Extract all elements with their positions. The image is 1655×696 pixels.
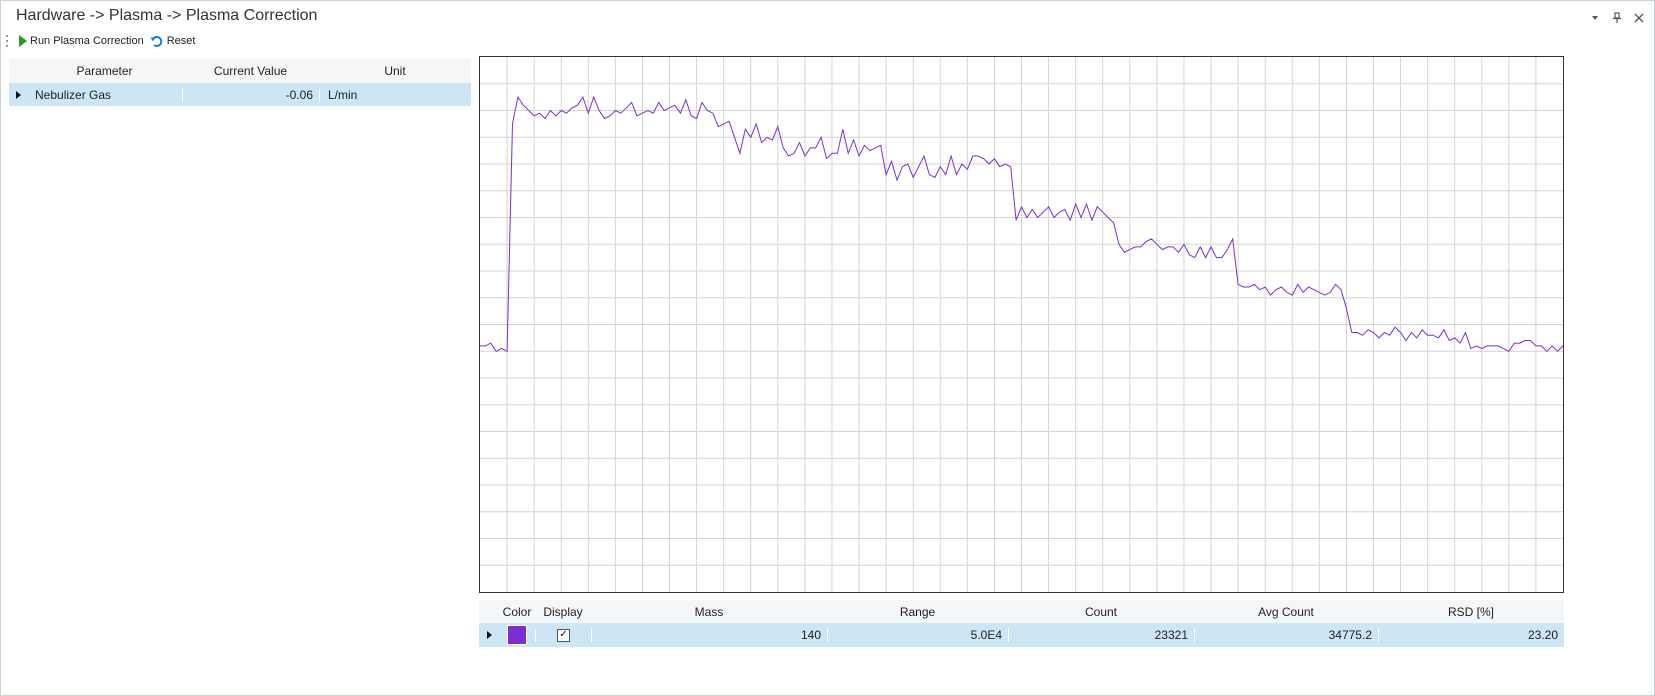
toolbar: Run Plasma Correction Reset bbox=[5, 32, 197, 50]
cell-parameter: Nebulizer Gas bbox=[35, 87, 112, 102]
parameter-table: Parameter Current Value Unit Nebulizer G… bbox=[9, 59, 471, 106]
run-plasma-correction-label: Run Plasma Correction bbox=[30, 35, 144, 47]
legend-table-header: Color Display Mass Range Count Avg Count… bbox=[479, 600, 1564, 623]
reset-button[interactable]: Reset bbox=[148, 34, 198, 48]
run-plasma-correction-button[interactable]: Run Plasma Correction bbox=[17, 35, 146, 47]
cell-rsd: 23.20 bbox=[1378, 628, 1564, 642]
cell-color[interactable] bbox=[499, 625, 535, 645]
window-controls bbox=[1588, 11, 1646, 25]
cell-display: ✓ bbox=[535, 628, 591, 642]
header-display[interactable]: Display bbox=[535, 605, 591, 619]
header-unit[interactable]: Unit bbox=[319, 64, 471, 78]
header-count[interactable]: Count bbox=[1008, 605, 1194, 619]
pin-icon[interactable] bbox=[1610, 11, 1624, 25]
mass-legend-table: Color Display Mass Range Count Avg Count… bbox=[479, 600, 1564, 647]
display-checkbox[interactable]: ✓ bbox=[557, 628, 570, 642]
header-avg-count[interactable]: Avg Count bbox=[1194, 605, 1378, 619]
window-title: Hardware -> Plasma -> Plasma Correction bbox=[16, 7, 318, 24]
header-mass[interactable]: Mass bbox=[591, 605, 827, 619]
header-rsd[interactable]: RSD [%] bbox=[1378, 605, 1564, 619]
table-row[interactable]: ✓ 140 5.0E4 23321 34775.2 23.20 bbox=[479, 623, 1564, 647]
signal-chart bbox=[479, 56, 1564, 593]
cell-unit: L/min bbox=[319, 87, 471, 102]
cell-avg-count: 34775.2 bbox=[1194, 628, 1378, 642]
row-expander-icon[interactable] bbox=[9, 90, 27, 99]
header-color[interactable]: Color bbox=[499, 605, 535, 619]
cell-count: 23321 bbox=[1008, 628, 1194, 642]
row-expander-icon[interactable] bbox=[479, 631, 499, 639]
cell-current-value[interactable]: -0.06 bbox=[182, 87, 319, 102]
color-swatch[interactable] bbox=[507, 625, 527, 645]
close-icon[interactable] bbox=[1632, 11, 1646, 25]
parameter-table-header: Parameter Current Value Unit bbox=[9, 59, 471, 83]
header-range[interactable]: Range bbox=[827, 605, 1008, 619]
table-row[interactable]: Nebulizer Gas -0.06 L/min bbox=[9, 83, 471, 106]
plasma-correction-window: Hardware -> Plasma -> Plasma Correction … bbox=[0, 0, 1655, 696]
chart-plot bbox=[480, 57, 1563, 592]
reset-icon bbox=[150, 34, 164, 48]
cell-range: 5.0E4 bbox=[827, 628, 1008, 642]
cell-mass: 140 bbox=[591, 628, 827, 642]
toolbar-grip-icon[interactable] bbox=[5, 33, 11, 49]
header-parameter[interactable]: Parameter bbox=[27, 64, 182, 78]
reset-label: Reset bbox=[166, 35, 196, 47]
play-icon bbox=[19, 35, 27, 47]
header-current-value[interactable]: Current Value bbox=[182, 64, 319, 78]
dropdown-icon[interactable] bbox=[1588, 11, 1602, 25]
